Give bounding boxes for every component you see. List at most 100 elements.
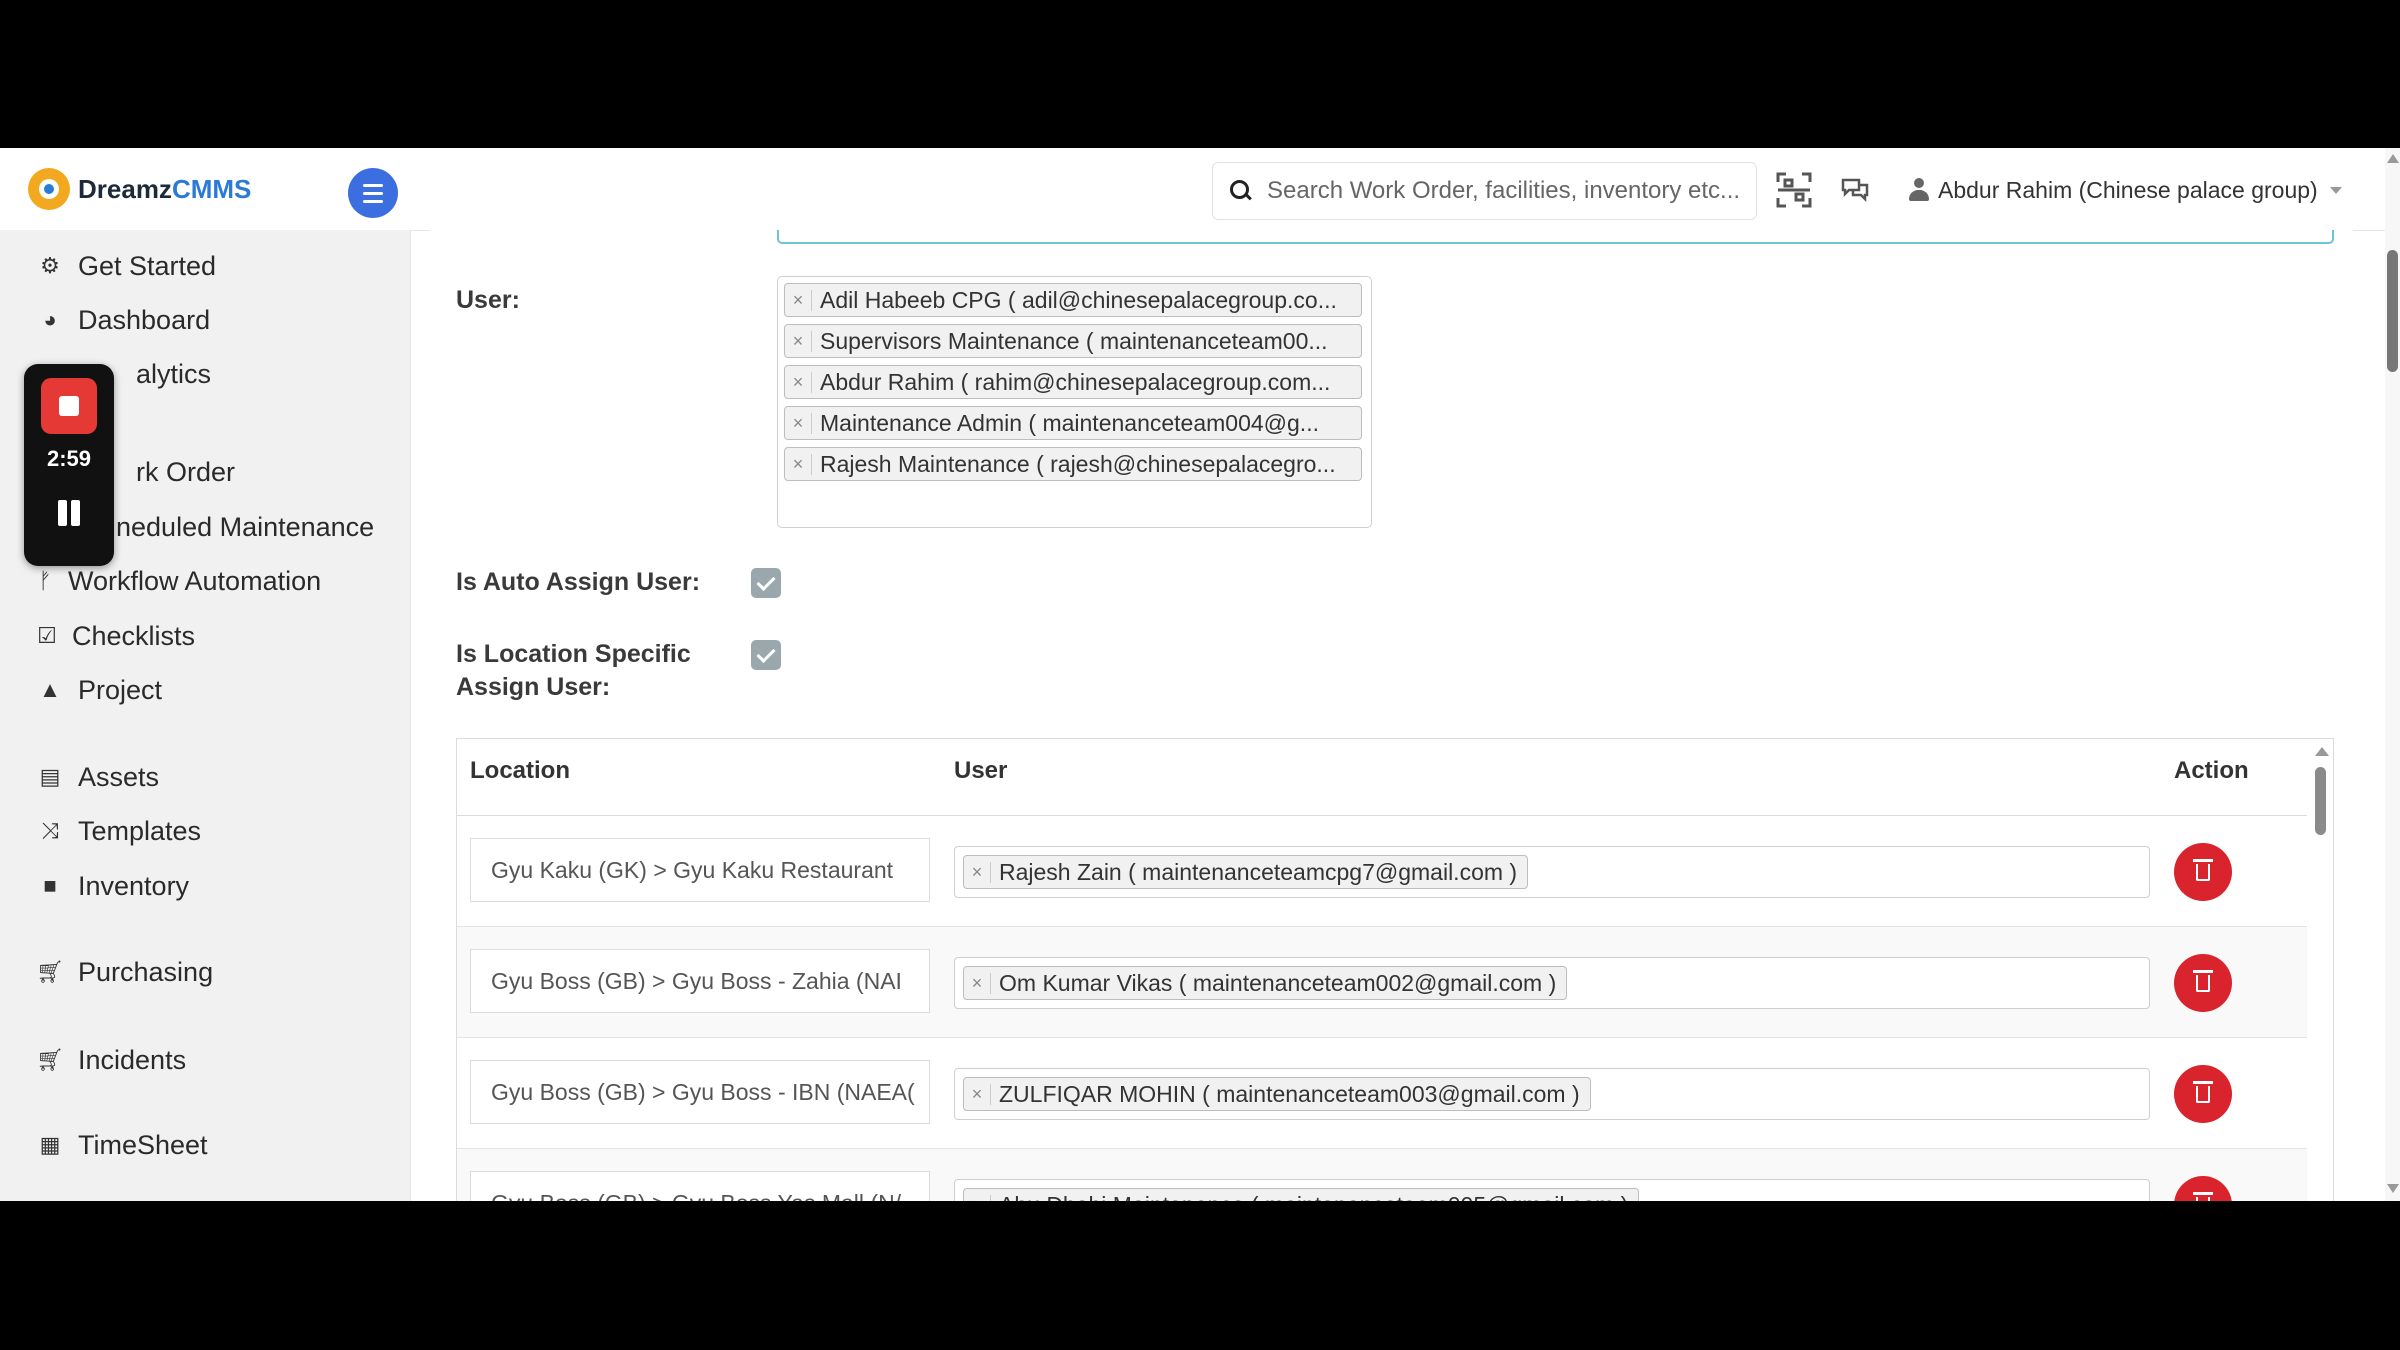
search-bar[interactable] [1212,162,1757,220]
row-user-select[interactable]: × Om Kumar Vikas ( maintenanceteam002@gma… [954,957,2150,1009]
sidebar-item-scheduled-maintenance[interactable]: neduled Maintenance [116,507,374,547]
user-tag: × ZULFIQAR MOHIN ( maintenanceteam003@gma… [963,1077,1591,1111]
auto-assign-label: Is Auto Assign User: [456,568,701,596]
user-multiselect[interactable]: × Adil Habeeb CPG ( adil@chinesepalacegro… [777,276,1372,528]
location-select[interactable]: Gyu Kaku (GK) > Gyu Kaku Restaurant [470,838,930,902]
remove-tag-icon[interactable]: × [785,453,812,475]
delete-row-button[interactable] [2174,1065,2232,1123]
column-header-user: User [954,757,1008,784]
dashboard-icon: ◕ [43,307,57,332]
sidebar-item-purchasing[interactable]: 🛒︎ Purchasing [36,952,213,992]
row-user-select[interactable]: ×Abu Dhabi Maintenance ( maintenanceteam… [954,1179,2150,1201]
column-header-action: Action [2174,757,2249,784]
user-tag: × Rajesh Maintenance ( rajesh@chinesepala… [784,447,1362,481]
qr-scan-icon[interactable] [1774,170,1814,210]
sidebar-item-project[interactable]: ▲ Project [36,670,162,710]
search-input[interactable] [1265,176,1749,206]
caret-down-icon [2329,186,2342,194]
remove-tag-icon[interactable]: × [964,972,991,994]
location-select[interactable]: Gyu Boss (GB) > Gyu Boss - Zahia (NAI [470,949,930,1013]
scroll-down-icon[interactable] [2387,1184,2399,1193]
user-menu[interactable]: Abdur Rahim (Chinese palace group) [1908,170,2342,210]
chat-icon[interactable] [1835,170,1875,210]
page-scrollbar[interactable] [2385,148,2400,1201]
sidebar-item-inventory[interactable]: ■ Inventory [36,866,189,906]
scroll-up-icon[interactable] [2315,747,2329,756]
project-icon: ▲ [39,677,61,702]
delete-row-button[interactable] [2174,843,2232,901]
hamburger-icon [363,183,383,187]
checkbox-icon: ☑ [37,623,57,648]
scroll-up-icon[interactable] [2387,154,2399,163]
location-user-table: Location User Action Gyu Kaku (GK) > Gyu… [456,738,2334,1201]
logo-gear-icon [28,168,70,210]
sidebar: ⚙ Get Started ◕ Dashboard alytics rk Order… [0,230,411,1201]
logo-text: DreamzCMMS [78,173,252,204]
previous-field-input[interactable] [777,230,2334,244]
sidebar-item-timesheet[interactable]: ▦ TimeSheet [36,1125,208,1165]
user-name: Abdur Rahim (Chinese palace group) [1938,176,2318,203]
remove-tag-icon[interactable]: × [785,330,812,352]
user-tag: × Adil Habeeb CPG ( adil@chinesepalacegro… [784,283,1362,317]
trash-icon [2193,859,2213,862]
menu-toggle-button[interactable] [348,168,398,218]
table-row: Gyu Kaku (GK) > Gyu Kaku Restaurant × Raj… [457,816,2307,927]
location-select[interactable]: Gyu Boss (GB) > Gyu Boss - IBN (NAEA( [470,1060,930,1124]
trash-icon [2193,1192,2213,1195]
sidebar-item-dashboard[interactable]: ◕ Dashboard [36,300,210,340]
cart-icon: 🛒︎ [36,1047,64,1072]
sidebar-item-analytics[interactable]: alytics [136,354,211,394]
sidebar-item-get-started[interactable]: ⚙ Get Started [36,246,216,286]
table-scrollbar[interactable] [2309,739,2333,1201]
app-window: DreamzCMMS Abdur Rahim (Chinese palace g… [0,148,2400,1201]
row-user-select[interactable]: × Rajesh Zain ( maintenanceteamcpg7@gmail… [954,846,2150,898]
trash-icon [2193,970,2213,973]
user-tag: × Abdur Rahim ( rahim@chinesepalacegroup.… [784,365,1362,399]
logo[interactable]: DreamzCMMS [28,168,251,210]
location-specific-label: Is Location Specific Assign User: [456,640,691,701]
remove-tag-icon[interactable]: × [964,1194,991,1201]
remove-tag-icon[interactable]: × [964,861,991,883]
user-tag: × Rajesh Zain ( maintenanceteamcpg7@gmail… [963,855,1529,889]
page-scroll-thumb[interactable] [2387,250,2398,372]
remove-tag-icon[interactable]: × [785,412,812,434]
cart-icon: 🛒︎ [36,959,64,984]
sidebar-item-checklists[interactable]: ☑ Checklists [36,616,195,656]
top-header: DreamzCMMS Abdur Rahim (Chinese palace g… [0,148,2385,231]
stop-recording-button[interactable] [41,378,97,434]
location-select[interactable]: Gyu Boss (GB) > Gyu Boss Yas Mall (N/ [470,1171,930,1201]
recording-timer: 2:59 [46,446,92,471]
screen-recorder-widget: 2:59 [24,364,114,566]
remove-tag-icon[interactable]: × [785,289,812,311]
remove-tag-icon[interactable]: × [785,371,812,393]
table-row: Gyu Boss (GB) > Gyu Boss - Zahia (NAI × O… [457,927,2307,1038]
delete-row-button[interactable] [2174,954,2232,1012]
user-icon [1908,178,1930,202]
sidebar-item-incidents[interactable]: 🛒︎ Incidents [36,1040,186,1080]
main-content: User: × Adil Habeeb CPG ( adil@chinesepal… [430,230,2353,1201]
user-tag: ×Abu Dhabi Maintenance ( maintenanceteam… [963,1188,1640,1201]
table-row: Gyu Boss (GB) > Gyu Boss Yas Mall (N/ ×A… [457,1149,2307,1201]
table-row: Gyu Boss (GB) > Gyu Boss - IBN (NAEA( × Z… [457,1038,2307,1149]
row-user-select[interactable]: × ZULFIQAR MOHIN ( maintenanceteam003@gma… [954,1068,2150,1120]
remove-tag-icon[interactable]: × [964,1083,991,1105]
sidebar-item-templates[interactable]: ⤨ Templates [36,811,201,851]
timesheet-icon: ▦ [39,1132,61,1157]
auto-assign-checkbox[interactable] [751,568,781,598]
table-scroll-thumb[interactable] [2315,767,2326,835]
delete-row-button[interactable] [2174,1176,2232,1201]
sidebar-item-workflow-automation[interactable]: ᚠ Workflow Automation [36,561,321,601]
briefcase-icon: ■ [43,873,57,898]
pause-icon[interactable] [54,496,84,530]
user-tag: × Supervisors Maintenance ( maintenancete… [784,324,1362,358]
user-tag: × Maintenance Admin ( maintenanceteam004@… [784,406,1362,440]
sidebar-item-assets[interactable]: ▤ Assets [36,757,159,797]
user-tag: × Om Kumar Vikas ( maintenanceteam002@gma… [963,966,1568,1000]
trash-icon [2193,1081,2213,1084]
gears-icon: ⚙ [40,253,60,278]
column-header-location: Location [470,757,570,784]
user-field-label: User: [456,286,520,314]
location-specific-checkbox[interactable] [751,640,781,670]
workflow-icon: ᚠ [38,568,52,593]
sidebar-item-work-order[interactable]: rk Order [136,452,235,492]
